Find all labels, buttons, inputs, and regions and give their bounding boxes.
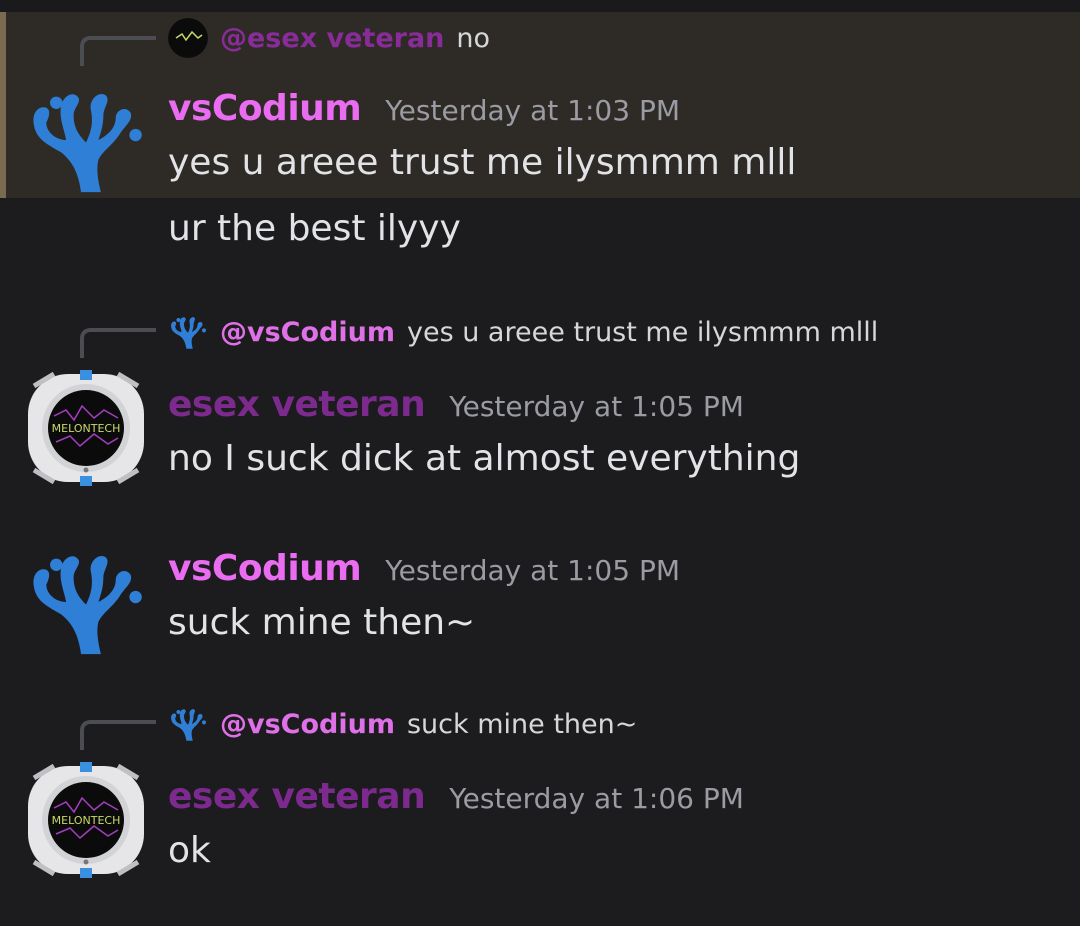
reply-mention[interactable]: @esex veteran [220, 23, 444, 54]
timestamp: Yesterday at 1:05 PM [385, 554, 680, 587]
timestamp: Yesterday at 1:05 PM [449, 390, 744, 423]
message-text: yes u areee trust me ilysmmm mlll [168, 142, 797, 183]
reply-text: yes u areee trust me ilysmmm mlll [406, 316, 879, 348]
timestamp: Yesterday at 1:06 PM [449, 782, 744, 815]
reply-connector [80, 328, 156, 358]
svg-text:MELONTECH: MELONTECH [52, 422, 121, 435]
reply-connector [80, 36, 156, 66]
reply-text: no [456, 22, 491, 54]
message-text: ur the best ilyyy [168, 208, 461, 249]
message-header: esex veteran Yesterday at 1:06 PM [168, 776, 744, 817]
reply-connector [80, 720, 156, 750]
message-text: ok [168, 830, 211, 871]
message-header: esex veteran Yesterday at 1:05 PM [168, 384, 744, 425]
vscodium-coral-icon [168, 312, 208, 352]
top-strip [0, 0, 1080, 12]
vscodium-coral-icon[interactable] [24, 78, 148, 202]
message-text: no I suck dick at almost everything [168, 438, 801, 479]
vscodium-coral-icon [168, 704, 208, 744]
melontech-avatar-icon [168, 18, 208, 58]
reply-text: suck mine then~ [406, 708, 638, 740]
portal-melontech-avatar-icon[interactable]: MELONTECH [24, 366, 148, 490]
message-header: vsCodium Yesterday at 1:03 PM [168, 88, 680, 129]
author-name[interactable]: vsCodium [168, 548, 362, 589]
reply-mention[interactable]: @vsCodium [220, 317, 395, 348]
message-text: suck mine then~ [168, 602, 476, 643]
vscodium-coral-icon[interactable] [24, 540, 148, 664]
portal-melontech-avatar-icon[interactable]: MELONTECH [24, 758, 148, 882]
message-header: vsCodium Yesterday at 1:05 PM [168, 548, 680, 589]
svg-text:MELONTECH: MELONTECH [52, 814, 121, 827]
reply-preview[interactable]: @vsCodium suck mine then~ [168, 704, 637, 744]
author-name[interactable]: esex veteran [168, 776, 426, 817]
reply-preview[interactable]: @esex veteran no [168, 18, 490, 58]
author-name[interactable]: esex veteran [168, 384, 426, 425]
highlight-accent-bar [0, 12, 6, 198]
reply-mention[interactable]: @vsCodium [220, 709, 395, 740]
timestamp: Yesterday at 1:03 PM [385, 94, 680, 127]
author-name[interactable]: vsCodium [168, 88, 362, 129]
reply-preview[interactable]: @vsCodium yes u areee trust me ilysmmm m… [168, 312, 878, 352]
